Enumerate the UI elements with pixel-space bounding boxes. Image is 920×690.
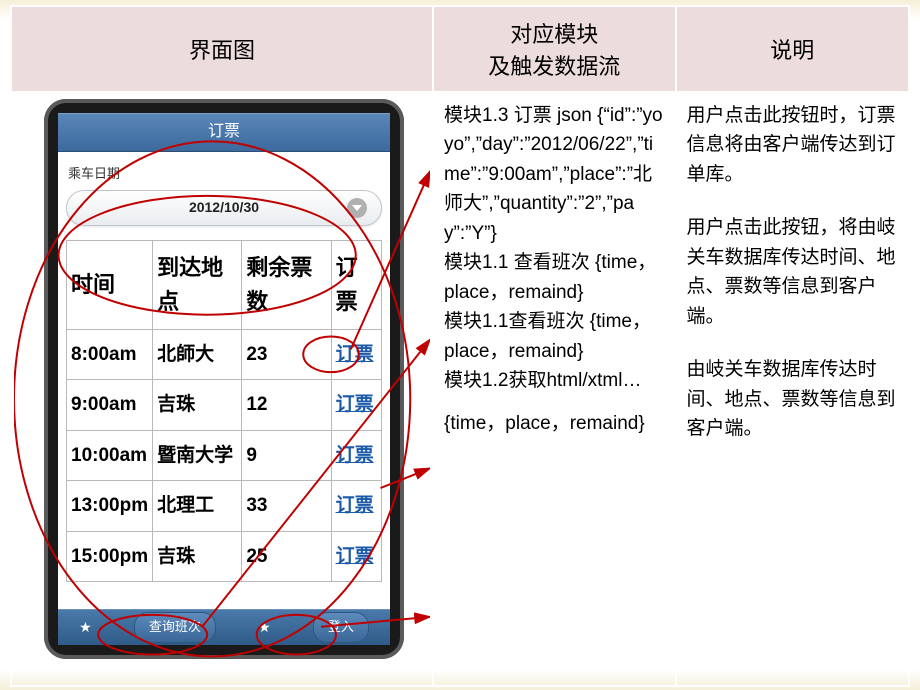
spec-table: 界面图 对应模块 及触发数据流 说明 订票 乘车日期 [10, 5, 910, 687]
module-1-1a: 模块1.1 查看班次 {time，place，remaind} [444, 248, 664, 307]
ui-cell: 订票 乘车日期 2012/10/30 时间 [11, 92, 433, 686]
schedule-table: 时间 到达地点 剩余票数 订票 8:00am 北師大 23 [66, 240, 382, 582]
date-value: 2012/10/30 [189, 197, 259, 219]
table-row: 8:00am 北師大 23 订票 [67, 329, 382, 379]
col-remain: 剩余票数 [242, 240, 331, 329]
phone-frame: 订票 乘车日期 2012/10/30 时间 [44, 99, 404, 659]
desc-1: 用户点击此按钮时，订票信息将由客户端传达到订单库。 [687, 101, 899, 189]
module-1-2-data: {time，place，remaind} [444, 409, 664, 438]
table-row: 13:00pm 北理工 33 订票 [67, 481, 382, 531]
col-time: 时间 [67, 240, 153, 329]
table-row: 9:00am 吉珠 12 订票 [67, 380, 382, 430]
module-1-3: 模块1.3 订票 json {“id”:”yoyo”,”day”:”2012/0… [444, 101, 664, 248]
header-ui: 界面图 [11, 6, 433, 92]
date-selector[interactable]: 2012/10/30 [66, 190, 382, 226]
header-desc: 说明 [676, 6, 910, 92]
desc-2: 用户点击此按钮，将由岐关车数据库传达时间、地点、票数等信息到客户端。 [687, 213, 899, 331]
star-icon[interactable]: ★ [79, 617, 92, 639]
col-dest: 到达地点 [153, 240, 242, 329]
header-module: 对应模块 及触发数据流 [433, 6, 675, 92]
book-link[interactable]: 订票 [336, 344, 374, 365]
module-1-1b: 模块1.1查看班次 {time，place，remaind} [444, 307, 664, 366]
book-link[interactable]: 订票 [336, 546, 374, 567]
col-book: 订票 [331, 240, 381, 329]
screen-title: 订票 [58, 113, 390, 152]
book-link[interactable]: 订票 [336, 495, 374, 516]
table-row: 15:00pm 吉珠 25 订票 [67, 531, 382, 581]
login-button[interactable]: 登入 [313, 612, 369, 642]
module-cell: 模块1.3 订票 json {“id”:”yoyo”,”day”:”2012/0… [433, 92, 675, 686]
table-row: 10:00am 暨南大学 9 订票 [67, 430, 382, 480]
star-icon[interactable]: ★ [258, 617, 271, 639]
desc-3: 由岐关车数据库传达时间、地点、票数等信息到客户端。 [687, 355, 899, 443]
chevron-down-icon [347, 198, 367, 218]
ride-date-label: 乘车日期 [68, 164, 382, 184]
phone-screen: 订票 乘车日期 2012/10/30 时间 [58, 113, 390, 645]
desc-cell: 用户点击此按钮时，订票信息将由客户端传达到订单库。 用户点击此按钮，将由岐关车数… [676, 92, 910, 686]
bottom-bar: ★ 查询班次 ★ 登入 [58, 609, 390, 645]
book-link[interactable]: 订票 [336, 445, 374, 466]
book-link[interactable]: 订票 [336, 394, 374, 415]
query-schedule-button[interactable]: 查询班次 [134, 612, 216, 642]
module-1-2: 模块1.2获取html/xtml… [444, 366, 664, 395]
